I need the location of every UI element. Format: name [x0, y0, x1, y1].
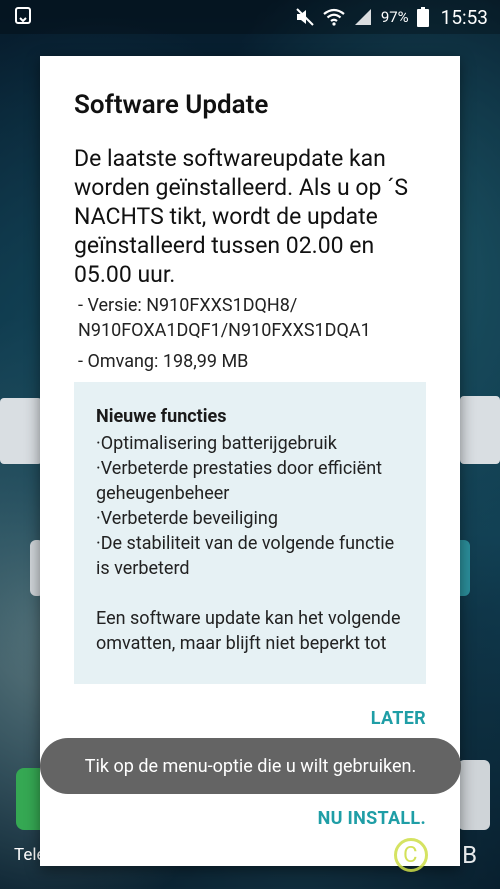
later-button[interactable]: LATER — [371, 708, 426, 729]
release-notes-footer: Een software update kan het volgende omv… — [96, 608, 401, 654]
release-note-item: ·Verbeterde prestaties door efficiënt ge… — [96, 458, 383, 504]
galaxyclub-watermark-logo: GALAXY C LUB — [290, 838, 479, 872]
battery-icon — [416, 7, 429, 27]
install-now-button[interactable]: NU INSTALL. — [318, 808, 426, 829]
mute-icon — [295, 8, 315, 26]
watermark-text-left: GALAXY — [290, 841, 393, 869]
release-note-item: ·Verbeterde beveiliging — [96, 508, 278, 529]
apps-drawer-icon — [458, 760, 490, 830]
release-notes-heading: Nieuwe functies — [96, 406, 227, 427]
toast-message: Tik op de menu-optie die u wilt gebruike… — [40, 738, 461, 794]
update-version: - Versie: N910FXXS1DQH8/ N910FOXA1DQF1/N… — [78, 295, 371, 341]
signal-icon — [353, 8, 373, 26]
update-size: - Omvang: 198,99 MB — [78, 351, 249, 372]
notification-clipboard-icon — [14, 6, 32, 26]
wifi-icon — [323, 8, 345, 26]
status-bar: 97% 15:53 — [0, 0, 500, 34]
home-widget-left — [0, 398, 42, 464]
dialog-message: De laatste softwareupdate kan worden geï… — [74, 145, 409, 288]
watermark-text-right: LUB — [430, 841, 480, 869]
update-meta: - Versie: N910FXXS1DQH8/ N910FOXA1DQF1/N… — [74, 293, 444, 374]
status-time: 15:53 — [440, 5, 488, 29]
battery-percent: 97% — [380, 8, 409, 26]
home-widget-right — [460, 396, 500, 464]
dialog-title: Software Update — [74, 90, 269, 120]
release-note-item: ·Optimalisering batterijgebruik — [96, 433, 337, 454]
release-notes-box[interactable]: Nieuwe functies ·Optimalisering batterij… — [74, 382, 426, 684]
toast-text: Tik op de menu-optie die u wilt gebruike… — [84, 755, 417, 777]
watermark-c-mark: C — [394, 838, 429, 872]
release-note-item: ·De stabiliteit van de volgende functie … — [96, 533, 395, 579]
